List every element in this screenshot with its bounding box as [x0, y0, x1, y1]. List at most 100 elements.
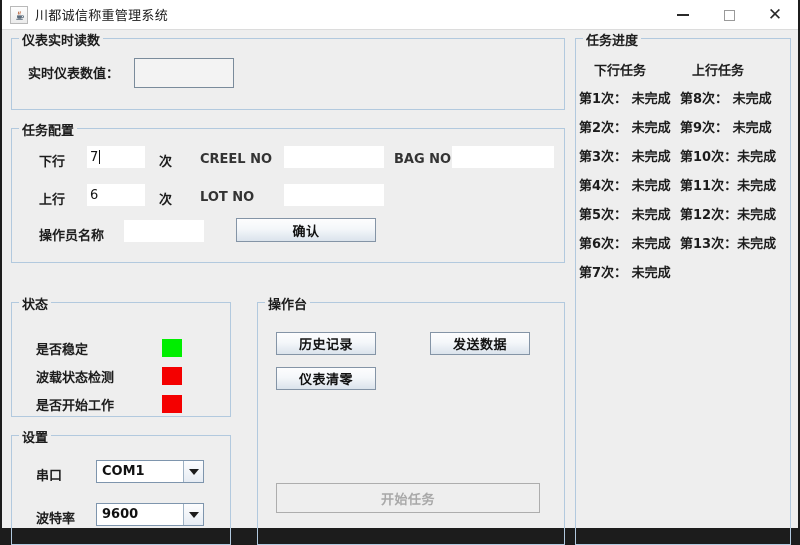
uplink-task-header: 上行任务 [692, 64, 745, 79]
task-config-panel-title: 任务配置 [19, 120, 78, 139]
baud-rate-value: 9600 [97, 504, 183, 525]
maximize-button[interactable] [706, 0, 752, 30]
status-panel: 状态 是否稳定 波载状态检测 是否开始工作 [11, 294, 231, 417]
close-icon: ✕ [767, 4, 783, 25]
downlink-task-header: 下行任务 [594, 64, 647, 79]
task-name: 第2次： [579, 121, 628, 136]
task-status: 未完成 [732, 92, 772, 107]
lot-no-input[interactable] [284, 184, 384, 206]
downlink-task-row: 第7次： 未完成 [579, 262, 671, 281]
title-bar: 川都诚信称重管理系统 ✕ [2, 0, 798, 30]
task-name: 第13次： [680, 237, 738, 252]
application-window: 川都诚信称重管理系统 ✕ 仪表实时读数 实时仪表数值： 任务配置 下行 7 次 … [0, 0, 800, 545]
task-name: 第5次： [579, 208, 628, 223]
creel-no-label: CREEL NO [200, 152, 273, 167]
status-working-lamp [162, 395, 182, 413]
maximize-icon [723, 9, 735, 21]
downlink-task-row: 第5次： 未完成 [579, 204, 671, 223]
status-panel-title: 状态 [19, 294, 52, 313]
bag-no-label: BAG NO [394, 152, 452, 167]
task-name: 第4次： [579, 179, 628, 194]
task-name: 第7次： [579, 266, 628, 281]
operator-name-input[interactable] [124, 220, 204, 242]
task-progress-panel-title: 任务进度 [583, 30, 642, 49]
serial-port-value: COM1 [97, 461, 183, 482]
task-status: 未完成 [631, 92, 671, 107]
uplink-task-row: 第13次：未完成 [680, 233, 776, 252]
status-stable-label: 是否稳定 [36, 343, 89, 358]
baud-rate-label: 波特率 [36, 512, 76, 527]
downlink-unit-label: 次 [159, 155, 173, 170]
window-title: 川都诚信称重管理系统 [35, 9, 169, 24]
task-status: 未完成 [631, 150, 671, 165]
meter-reading-panel: 仪表实时读数 实时仪表数值： [11, 30, 565, 110]
close-button[interactable]: ✕ [752, 0, 798, 30]
settings-panel-title: 设置 [19, 427, 52, 446]
settings-panel: 设置 串口 COM1 波特率 9600 [11, 427, 231, 545]
status-working-label: 是否开始工作 [36, 399, 115, 414]
downlink-count-value: 7 [90, 149, 99, 165]
task-status: 未完成 [631, 121, 671, 136]
task-name: 第9次： [680, 121, 729, 136]
uplink-count-input[interactable]: 6 [87, 184, 145, 206]
task-status: 未完成 [631, 237, 671, 252]
minimize-button[interactable] [660, 0, 706, 30]
task-status: 未完成 [737, 179, 777, 194]
baud-rate-select[interactable]: 9600 [96, 503, 204, 526]
bag-no-input[interactable] [452, 146, 554, 168]
task-status: 未完成 [631, 266, 671, 281]
task-status: 未完成 [737, 150, 777, 165]
serial-port-label: 串口 [36, 469, 63, 484]
task-name: 第12次： [680, 208, 738, 223]
main-content: 仪表实时读数 实时仪表数值： 任务配置 下行 7 次 CREEL NO BAG … [2, 30, 798, 545]
task-status: 未完成 [631, 179, 671, 194]
uplink-task-row: 第9次： 未完成 [680, 117, 772, 136]
status-load-detect-label: 波载状态检测 [36, 371, 115, 386]
task-name: 第10次： [680, 150, 738, 165]
task-name: 第11次： [680, 179, 738, 194]
task-name: 第6次： [579, 237, 628, 252]
uplink-task-row: 第12次：未完成 [680, 204, 776, 223]
chevron-down-icon[interactable] [183, 461, 203, 482]
start-task-button[interactable]: 开始任务 [276, 483, 540, 513]
send-data-button[interactable]: 发送数据 [430, 332, 530, 355]
tare-meter-button[interactable]: 仪表清零 [276, 367, 376, 390]
serial-port-select[interactable]: COM1 [96, 460, 204, 483]
task-config-panel: 任务配置 下行 7 次 CREEL NO BAG NO 上行 6 次 LOT N… [11, 120, 565, 263]
task-status: 未完成 [732, 121, 772, 136]
creel-no-input[interactable] [284, 146, 384, 168]
meter-reading-panel-title: 仪表实时读数 [19, 30, 104, 49]
task-name: 第3次： [579, 150, 628, 165]
status-load-detect-lamp [162, 367, 182, 385]
console-panel-title: 操作台 [265, 294, 311, 313]
task-status: 未完成 [737, 237, 777, 252]
uplink-unit-label: 次 [159, 193, 173, 208]
chevron-down-icon[interactable] [183, 504, 203, 525]
downlink-task-row: 第2次： 未完成 [579, 117, 671, 136]
task-status: 未完成 [631, 208, 671, 223]
downlink-task-row: 第4次： 未完成 [579, 175, 671, 194]
status-stable-lamp [162, 339, 182, 357]
downlink-task-row: 第1次： 未完成 [579, 88, 671, 107]
console-panel: 操作台 历史记录 发送数据 仪表清零 开始任务 [257, 294, 565, 545]
uplink-task-row: 第10次：未完成 [680, 146, 776, 165]
task-name: 第8次： [680, 92, 729, 107]
history-button[interactable]: 历史记录 [276, 332, 376, 355]
task-name: 第1次： [579, 92, 628, 107]
lot-no-label: LOT NO [200, 190, 255, 205]
downlink-task-row: 第6次： 未完成 [579, 233, 671, 252]
operator-name-label: 操作员名称 [39, 229, 105, 244]
confirm-button[interactable]: 确认 [236, 218, 376, 242]
uplink-task-row: 第8次： 未完成 [680, 88, 772, 107]
downlink-task-row: 第3次： 未完成 [579, 146, 671, 165]
task-progress-panel: 任务进度 下行任务 上行任务 第1次： 未完成 第2次： 未完成 第3次： 未完… [575, 30, 791, 545]
text-caret [99, 150, 101, 164]
downlink-count-label: 下行 [39, 155, 66, 170]
meter-value-label: 实时仪表数值： [28, 67, 120, 82]
uplink-count-label: 上行 [39, 193, 66, 208]
meter-value-field[interactable] [134, 58, 234, 88]
task-status: 未完成 [737, 208, 777, 223]
uplink-task-row: 第11次：未完成 [680, 175, 776, 194]
window-controls: ✕ [660, 0, 798, 30]
downlink-count-input[interactable]: 7 [87, 146, 145, 168]
